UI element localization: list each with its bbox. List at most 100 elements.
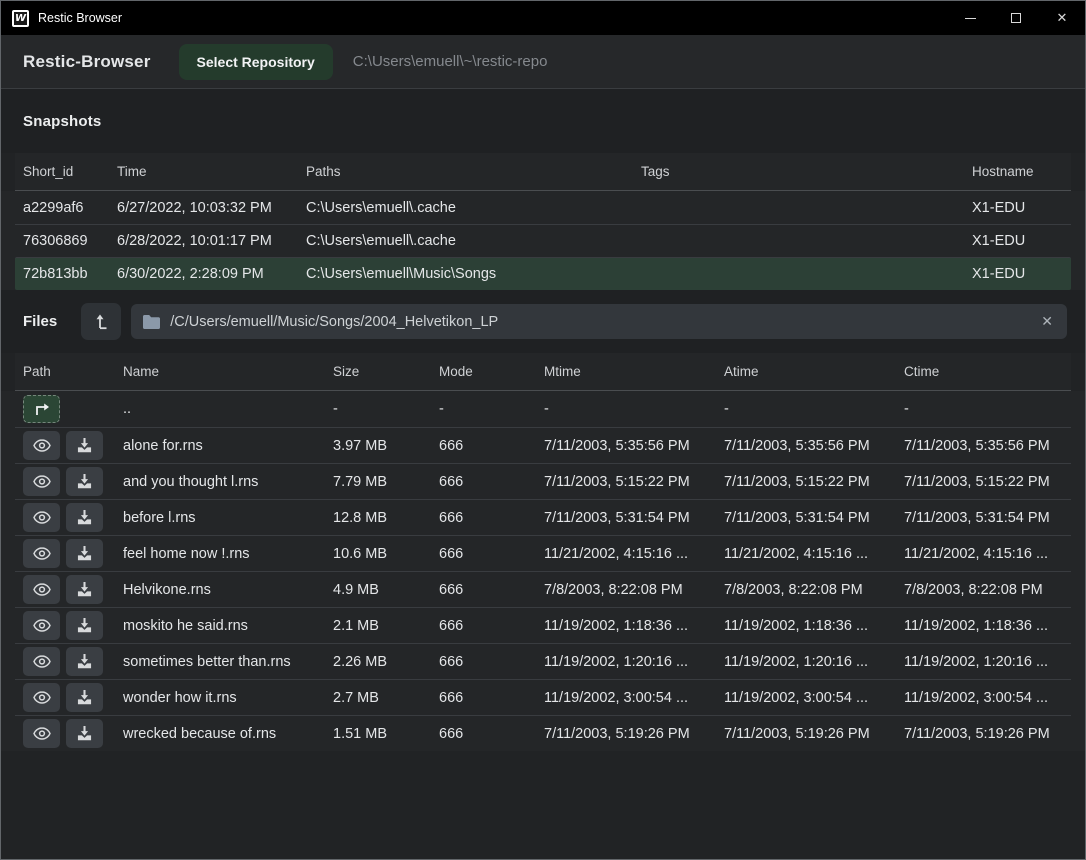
preview-file-button[interactable] (23, 431, 60, 460)
snapshot-time: 6/28/2022, 10:01:17 PM (117, 233, 306, 249)
preview-file-button[interactable] (23, 611, 60, 640)
file-row: feel home now !.rns10.6 MB66611/21/2002,… (15, 535, 1071, 571)
file-mtime: 7/11/2003, 5:35:56 PM (544, 438, 724, 454)
eye-icon (33, 691, 51, 704)
preview-file-button[interactable] (23, 683, 60, 712)
download-icon (77, 582, 92, 597)
eye-icon (33, 583, 51, 596)
snapshots-column-header-time: Time (117, 164, 306, 179)
download-icon (77, 510, 92, 525)
file-mode: 666 (439, 654, 544, 670)
close-button[interactable]: ✕ (1039, 1, 1085, 35)
snapshots-column-header-short_id: Short_id (23, 164, 117, 179)
files-header-row: PathNameSizeModeMtimeAtimeCtime (15, 353, 1071, 391)
file-actions (23, 503, 123, 532)
file-mtime: 11/19/2002, 1:18:36 ... (544, 618, 724, 634)
file-name: wrecked because of.rns (123, 726, 333, 742)
file-ctime: 11/21/2002, 4:15:16 ... (904, 546, 1063, 562)
files-column-header-name: Name (123, 364, 333, 379)
snapshots-column-header-paths: Paths (306, 164, 641, 179)
files-column-header-mtime: Mtime (544, 364, 724, 379)
file-name: alone for.rns (123, 438, 333, 454)
file-size: 1.51 MB (333, 726, 439, 742)
up-dir-icon (34, 403, 50, 416)
files-column-header-ctime: Ctime (904, 364, 1063, 379)
preview-file-button[interactable] (23, 467, 60, 496)
file-atime: 11/19/2002, 1:20:16 ... (724, 654, 904, 670)
file-mtime: 7/11/2003, 5:19:26 PM (544, 726, 724, 742)
snapshot-hostname: X1-EDU (972, 200, 1063, 216)
file-actions (23, 431, 123, 460)
snapshots-table: a2299af66/27/2022, 10:03:32 PMC:\Users\e… (1, 191, 1085, 290)
snapshot-row[interactable]: 72b813bb6/30/2022, 2:28:09 PMC:\Users\em… (15, 257, 1071, 290)
parent-directory-button[interactable] (23, 395, 60, 423)
snapshot-row[interactable]: 763068696/28/2022, 10:01:17 PMC:\Users\e… (15, 224, 1071, 257)
download-icon (77, 438, 92, 453)
preview-file-button[interactable] (23, 647, 60, 676)
download-file-button[interactable] (66, 719, 103, 748)
file-name: wonder how it.rns (123, 690, 333, 706)
minimize-icon (965, 18, 976, 19)
file-row: Helvikone.rns4.9 MB6667/8/2003, 8:22:08 … (15, 571, 1071, 607)
file-size: 7.79 MB (333, 474, 439, 490)
file-mode: 666 (439, 618, 544, 634)
folder-icon (143, 315, 160, 329)
file-row: moskito he said.rns2.1 MB66611/19/2002, … (15, 607, 1071, 643)
file-row: wonder how it.rns2.7 MB66611/19/2002, 3:… (15, 679, 1071, 715)
file-size: 3.97 MB (333, 438, 439, 454)
level-up-icon (94, 313, 109, 330)
snapshot-row[interactable]: a2299af66/27/2022, 10:03:32 PMC:\Users\e… (15, 191, 1071, 224)
maximize-icon (1011, 13, 1021, 23)
app-title: Restic-Browser (23, 52, 151, 72)
download-file-button[interactable] (66, 575, 103, 604)
file-mtime: 7/8/2003, 8:22:08 PM (544, 582, 724, 598)
file-size: 10.6 MB (333, 546, 439, 562)
files-table: ..-----alone for.rns3.97 MB6667/11/2003,… (1, 391, 1085, 751)
snapshot-paths: C:\Users\emuell\.cache (306, 233, 641, 249)
snapshot-time: 6/30/2022, 2:28:09 PM (117, 266, 306, 282)
file-size: - (333, 401, 439, 417)
file-mode: 666 (439, 582, 544, 598)
preview-file-button[interactable] (23, 575, 60, 604)
snapshots-column-header-hostname: Hostname (972, 164, 1063, 179)
eye-icon (33, 547, 51, 560)
current-path-input[interactable]: /C/Users/emuell/Music/Songs/2004_Helveti… (131, 304, 1067, 339)
file-mtime: 11/21/2002, 4:15:16 ... (544, 546, 724, 562)
download-file-button[interactable] (66, 503, 103, 532)
preview-file-button[interactable] (23, 539, 60, 568)
download-file-button[interactable] (66, 611, 103, 640)
file-name: Helvikone.rns (123, 582, 333, 598)
maximize-button[interactable] (993, 1, 1039, 35)
select-repository-button[interactable]: Select Repository (179, 44, 333, 80)
clear-path-button[interactable]: ✕ (1027, 304, 1067, 339)
file-row: sometimes better than.rns2.26 MB66611/19… (15, 643, 1071, 679)
download-file-button[interactable] (66, 431, 103, 460)
file-mode: 666 (439, 726, 544, 742)
file-atime: 11/19/2002, 3:00:54 ... (724, 690, 904, 706)
file-mode: 666 (439, 438, 544, 454)
files-column-header-mode: Mode (439, 364, 544, 379)
files-column-header-path: Path (23, 364, 123, 379)
download-icon (77, 726, 92, 741)
file-name: and you thought l.rns (123, 474, 333, 490)
file-name: sometimes better than.rns (123, 654, 333, 670)
go-up-level-button[interactable] (81, 303, 121, 340)
minimize-button[interactable] (947, 1, 993, 35)
download-file-button[interactable] (66, 683, 103, 712)
eye-icon (33, 655, 51, 668)
eye-icon (33, 439, 51, 452)
snapshot-paths: C:\Users\emuell\Music\Songs (306, 266, 641, 282)
file-atime: 7/8/2003, 8:22:08 PM (724, 582, 904, 598)
download-file-button[interactable] (66, 539, 103, 568)
file-ctime: 11/19/2002, 1:20:16 ... (904, 654, 1063, 670)
files-bar: Files /C/Users/emuell/Music/Songs/2004_H… (1, 290, 1085, 353)
file-ctime: 11/19/2002, 1:18:36 ... (904, 618, 1063, 634)
file-size: 2.7 MB (333, 690, 439, 706)
snapshots-header-row: Short_idTimePathsTagsHostname (15, 153, 1071, 191)
snapshots-heading: Snapshots (1, 89, 1085, 153)
download-file-button[interactable] (66, 647, 103, 676)
preview-file-button[interactable] (23, 503, 60, 532)
download-file-button[interactable] (66, 467, 103, 496)
file-name: before l.rns (123, 510, 333, 526)
preview-file-button[interactable] (23, 719, 60, 748)
